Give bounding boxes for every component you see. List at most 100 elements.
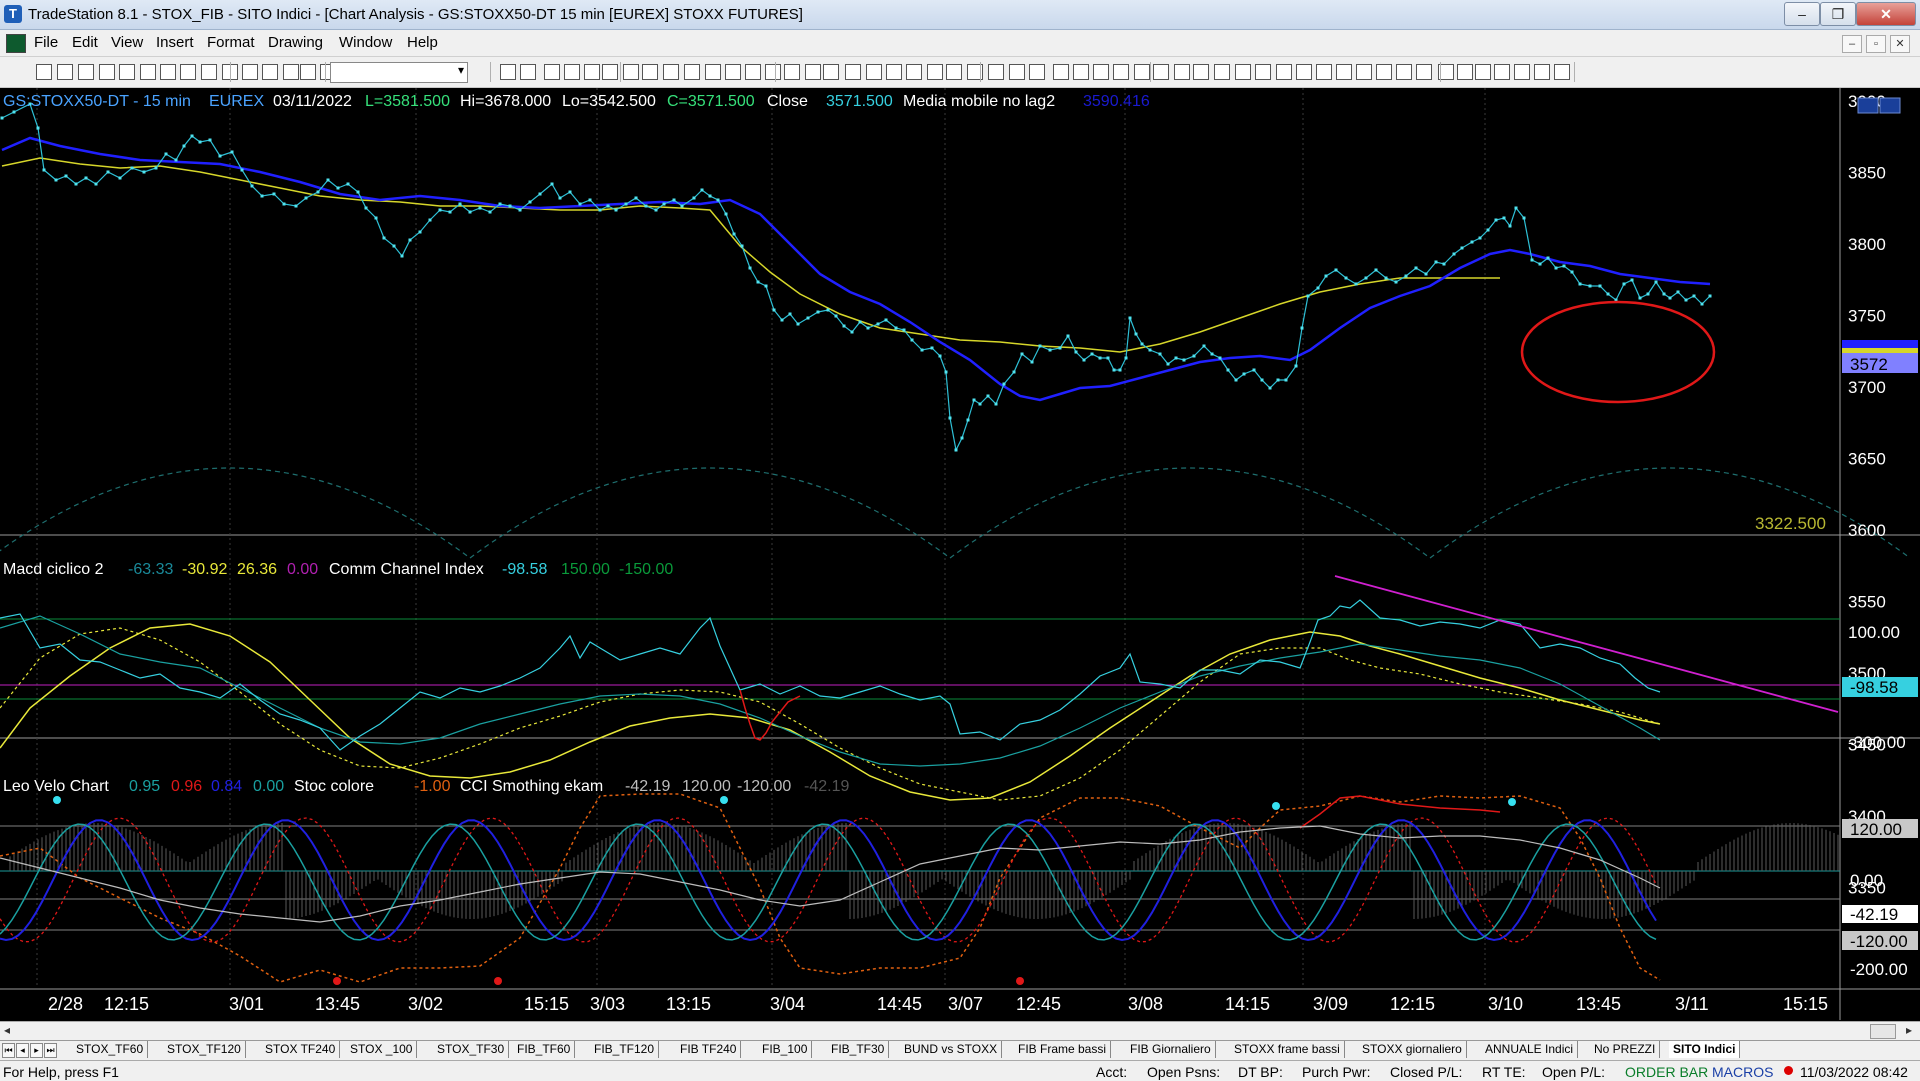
toolbar-button-63-icon[interactable] [1457,64,1473,80]
tradestation-icon[interactable]: T [4,5,22,23]
scroll-right-arrow[interactable]: ▸ [1906,1023,1912,1037]
workspace-tab-sito-indici[interactable]: SITO Indici [1669,1041,1741,1058]
workspace-tab-no-prezzi[interactable]: No PREZZI [1590,1041,1661,1058]
close-button[interactable]: ✕ [1856,2,1916,26]
toolbar-button-36-icon[interactable] [906,64,922,80]
toolbar-button-20-icon[interactable] [584,64,600,80]
tab-prev-arrow[interactable]: ◂ [16,1043,29,1058]
menu-drawing[interactable]: Drawing [268,34,323,51]
toolbar-button-34-icon[interactable] [866,64,882,80]
doc-restore-button[interactable]: ▫ [1866,35,1886,53]
toolbar-button-33-icon[interactable] [845,64,861,80]
toolbar-button-29-icon[interactable] [765,64,781,80]
toolbar-button-8-icon[interactable] [201,64,217,80]
menu-help[interactable]: Help [407,34,438,51]
toolbar-button-58-icon[interactable] [1356,64,1372,80]
workspace-tab-stoxx-frame-bassi[interactable]: STOXX frame bassi [1230,1041,1345,1058]
workspace-tab-fib-giornaliero[interactable]: FIB Giornaliero [1126,1041,1216,1058]
toolbar-button-47-icon[interactable] [1134,64,1150,80]
toolbar-button-28-icon[interactable] [745,64,761,80]
scroll-thumb[interactable] [1870,1024,1896,1039]
toolbar-button-52-icon[interactable] [1235,64,1251,80]
toolbar-button-22-icon[interactable] [623,64,639,80]
toolbar-button-57-icon[interactable] [1336,64,1352,80]
toolbar-button-11-icon[interactable] [262,64,278,80]
toolbar-button-24-icon[interactable] [663,64,679,80]
toolbar-button-26-icon[interactable] [705,64,721,80]
toolbar-button-50-icon[interactable] [1193,64,1209,80]
toolbar-button-59-icon[interactable] [1376,64,1392,80]
toolbar-button-21-icon[interactable] [602,64,618,80]
toolbar-button-56-icon[interactable] [1316,64,1332,80]
workspace-tab-fib-tf240[interactable]: FIB TF240 [676,1041,742,1058]
toolbar-button-2-icon[interactable] [78,64,94,80]
doc-minimize-button[interactable]: ‒ [1842,35,1862,53]
menu-format[interactable]: Format [207,34,255,51]
toolbar-button-41-icon[interactable] [1009,64,1025,80]
menu-edit[interactable]: Edit [72,34,98,51]
toolbar-button-61-icon[interactable] [1416,64,1432,80]
toolbar-button-1-icon[interactable] [57,64,73,80]
toolbar-button-16-icon[interactable] [500,64,516,80]
chart-document-icon[interactable] [6,34,26,53]
toolbar-button-17-icon[interactable] [520,64,536,80]
toolbar-button-27-icon[interactable] [725,64,741,80]
toolbar-button-0-icon[interactable] [36,64,52,80]
toolbar-button-51-icon[interactable] [1214,64,1230,80]
doc-close-button[interactable]: ✕ [1890,35,1910,53]
toolbar-button-37-icon[interactable] [927,64,943,80]
toolbar-button-65-icon[interactable] [1494,64,1510,80]
workspace-tab-fib-tf30[interactable]: FIB_TF30 [827,1041,890,1058]
tab-first-arrow[interactable]: ⏮ [2,1043,15,1058]
workspace-tab-bund-vs-stoxx[interactable]: BUND vs STOXX [900,1041,1003,1058]
minimize-button[interactable]: ‒ [1784,2,1820,26]
toolbar-button-42-icon[interactable] [1029,64,1045,80]
toolbar-button-54-icon[interactable] [1276,64,1292,80]
pane-minimize-button[interactable] [1857,97,1879,114]
tab-last-arrow[interactable]: ⏭ [44,1043,57,1058]
toolbar-button-19-icon[interactable] [564,64,580,80]
workspace-tab-annuale-indici[interactable]: ANNUALE Indici [1481,1041,1579,1058]
workspace-tab-stox-tf240[interactable]: STOX TF240 [261,1041,341,1058]
workspace-tab-stox-tf30[interactable]: STOX_TF30 [433,1041,510,1058]
workspace-tab-stox-tf120[interactable]: STOX_TF120 [163,1041,246,1058]
toolbar-button-55-icon[interactable] [1296,64,1312,80]
menu-window[interactable]: Window [339,34,392,51]
toolbar-button-38-icon[interactable] [946,64,962,80]
toolbar-button-18-icon[interactable] [544,64,560,80]
toolbar-button-31-icon[interactable] [805,64,821,80]
menu-file[interactable]: File [34,34,58,51]
toolbar-button-49-icon[interactable] [1174,64,1190,80]
toolbar-button-45-icon[interactable] [1093,64,1109,80]
toolbar-button-6-icon[interactable] [160,64,176,80]
horizontal-scrollbar[interactable]: ◂ ▸ [0,1021,1920,1040]
toolbar-button-66-icon[interactable] [1514,64,1530,80]
macros-button[interactable]: MACROS [1712,1064,1773,1080]
toolbar-button-35-icon[interactable] [886,64,902,80]
toolbar-button-64-icon[interactable] [1475,64,1491,80]
chart-area[interactable]: GS:STOXX50-DT - 15 min EUREX 03/11/2022 … [0,88,1920,1020]
toolbar-button-30-icon[interactable] [784,64,800,80]
toolbar-button-68-icon[interactable] [1554,64,1570,80]
toolbar-button-44-icon[interactable] [1073,64,1089,80]
workspace-tab-stox-100[interactable]: STOX _100 [346,1041,418,1058]
toolbar-button-3-icon[interactable] [99,64,115,80]
toolbar-button-67-icon[interactable] [1534,64,1550,80]
workspace-tab-fib-tf120[interactable]: FIB_TF120 [590,1041,660,1058]
pane-restore-button[interactable] [1879,97,1901,114]
toolbar-button-43-icon[interactable] [1053,64,1069,80]
toolbar-button-7-icon[interactable] [180,64,196,80]
menu-view[interactable]: View [111,34,143,51]
toolbar-button-32-icon[interactable] [823,64,839,80]
toolbar-combo[interactable] [330,62,468,83]
workspace-tab-stoxx-giornaliero[interactable]: STOXX giornaliero [1358,1041,1467,1058]
scroll-left-arrow[interactable]: ◂ [4,1023,10,1037]
toolbar-button-12-icon[interactable] [283,64,299,80]
toolbar-button-13-icon[interactable] [300,64,316,80]
order-bar-button[interactable]: ORDER BAR [1625,1064,1708,1080]
toolbar-button-4-icon[interactable] [119,64,135,80]
toolbar-button-53-icon[interactable] [1255,64,1271,80]
toolbar-button-23-icon[interactable] [642,64,658,80]
toolbar-button-46-icon[interactable] [1113,64,1129,80]
toolbar-button-48-icon[interactable] [1153,64,1169,80]
